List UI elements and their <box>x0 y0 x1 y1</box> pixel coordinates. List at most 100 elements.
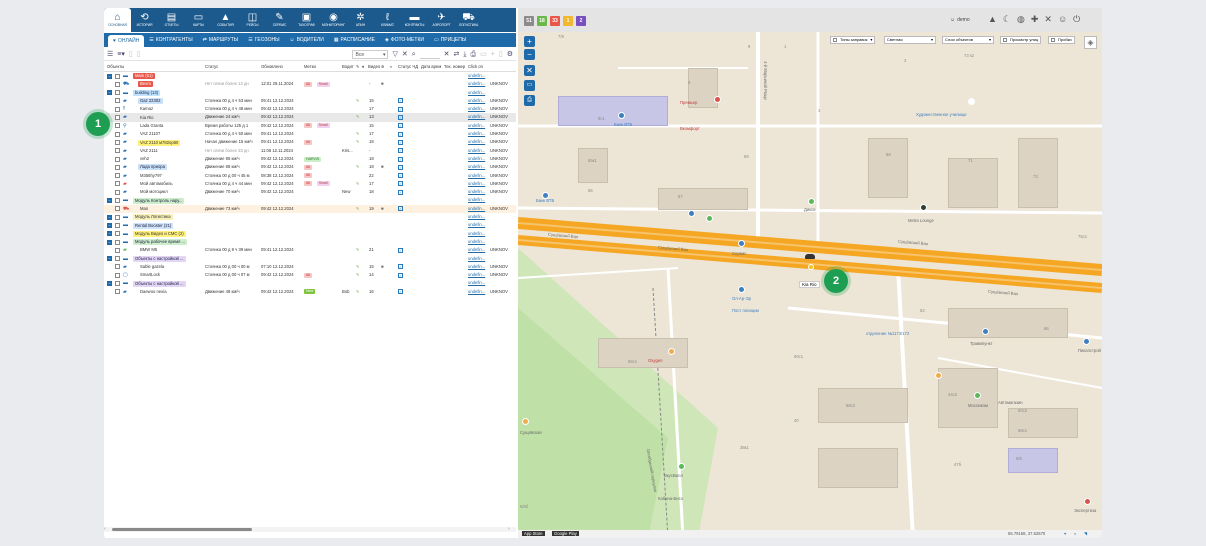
video-icon[interactable]: ■ <box>381 205 384 213</box>
object-name[interactable]: Kamaz <box>138 106 155 112</box>
stat-other[interactable]: 2 <box>576 16 586 26</box>
add-icon[interactable]: + <box>491 50 495 60</box>
sort-icon[interactable]: ⇄ <box>454 50 460 60</box>
expand-toggle[interactable]: − <box>107 239 112 245</box>
nav-item-logistics[interactable]: ⛟ ЛОГИСТИКА <box>455 8 482 32</box>
col-click[interactable]: Click on <box>468 64 483 69</box>
row-link[interactable]: undefin... <box>468 279 485 287</box>
row-checkbox[interactable] <box>115 148 120 154</box>
row-link[interactable]: undefin... <box>468 180 485 188</box>
row-link[interactable]: undefin... <box>468 80 485 88</box>
poi-pin-icon[interactable] <box>542 192 549 199</box>
tab-routes[interactable]: ⇄ МАРШРУТЫ <box>198 35 244 46</box>
zoom-icon[interactable]: ⌕ <box>1074 531 1076 536</box>
row-link[interactable]: undefin... <box>468 113 485 121</box>
stat-total[interactable]: 51 <box>524 16 534 26</box>
row-checkbox[interactable] <box>115 206 120 212</box>
object-name[interactable]: VAZ 2111 <box>138 148 160 154</box>
table-row[interactable]: ⛟ Bevro Нет связи более 13 дн 12:01 29.11.2… <box>104 80 516 88</box>
row-link[interactable]: undefin... <box>468 288 485 296</box>
video-icon[interactable]: ■ <box>381 80 384 88</box>
wrench-icon[interactable]: ✎ <box>356 97 360 105</box>
row-checkbox[interactable] <box>115 281 120 287</box>
table-row[interactable]: ⛟ Man Движение 73 км/ч 09:42 12.12.2024 ✎ 19 ■… <box>104 204 516 214</box>
group-row[interactable]: − ▬ Модуль рабочее время ... undefin... <box>104 238 516 246</box>
layers-icon[interactable]: ◈ <box>1084 36 1097 49</box>
row-checkbox[interactable] <box>115 123 120 129</box>
map-style-select[interactable]: Светлая ▾ <box>884 36 936 44</box>
table-row[interactable]: ▰ Daewoo nexia Движение 48 км/ч 09:42 12.12… <box>104 288 516 296</box>
trash-icon[interactable]: ▯ <box>499 50 503 60</box>
row-checkbox[interactable] <box>115 247 120 253</box>
object-name[interactable]: BMW M5 <box>138 247 159 253</box>
object-name[interactable]: SmartLock <box>138 272 162 278</box>
poi-pin-icon[interactable] <box>1084 498 1091 505</box>
vehicle-label[interactable]: Kia Rio <box>799 281 820 288</box>
map-panel[interactable]: 51 18 33 1 2 ☺ demo ▲ ☾ ◍ ✚ ✕ ☺ ⏻ + − ✕ ▭… <box>518 8 1102 538</box>
nav-item-service[interactable]: ✎ СЕРВИС <box>266 8 293 32</box>
expand-toggle[interactable]: − <box>107 214 112 220</box>
poi-pin-icon[interactable] <box>968 98 975 105</box>
col-status[interactable]: Статус <box>205 64 218 69</box>
row-checkbox[interactable] <box>115 164 120 170</box>
wrench-icon[interactable]: ✎ <box>356 246 360 254</box>
table-row[interactable]: ▰ VAZ 2110 м782ор60 Начал движение 15 км/ч… <box>104 138 516 146</box>
object-name[interactable]: Sable gazela <box>138 264 166 270</box>
table-row[interactable]: ▰ BMW M5 Стоянка 00 д 9 ч 39 мин 09:41 12.1… <box>104 246 516 254</box>
filter-icon[interactable]: ▽ <box>392 50 397 60</box>
globe-icon[interactable]: ◍ <box>1017 14 1025 25</box>
stat-moving[interactable]: 18 <box>537 16 547 26</box>
col-date[interactable]: Дата врем <box>421 64 441 69</box>
poi-pin-icon[interactable] <box>920 204 927 211</box>
row-checkbox[interactable] <box>115 189 120 195</box>
street-view-checkbox[interactable] <box>1003 38 1007 42</box>
user-menu[interactable]: ☺ demo <box>950 17 970 23</box>
stat-offline[interactable]: 33 <box>550 16 560 26</box>
row-link[interactable]: undefin... <box>468 246 485 254</box>
row-checkbox[interactable] <box>115 181 120 187</box>
moon-icon[interactable]: ☾ <box>1003 14 1011 25</box>
row-link[interactable]: undefin... <box>468 97 485 105</box>
poi-pin-icon[interactable] <box>738 240 745 247</box>
wrench-icon[interactable]: ✎ <box>356 288 360 296</box>
row-checkbox[interactable] <box>115 222 120 228</box>
nav-item-fan[interactable]: ✲ АПИН <box>347 8 374 32</box>
wrench-icon[interactable]: ✎ <box>356 138 360 146</box>
object-name[interactable]: Kia Rio <box>138 115 156 121</box>
object-name[interactable]: Man <box>138 206 150 212</box>
row-checkbox[interactable] <box>115 214 120 220</box>
row-link[interactable]: undefin... <box>468 188 485 196</box>
search-input[interactable] <box>419 50 440 59</box>
nav-item-tachograph[interactable]: ▣ ТАХОГРАФ <box>293 8 320 32</box>
wrench-icon[interactable]: ✎ <box>356 263 360 271</box>
row-checkbox[interactable] <box>115 115 120 121</box>
row-link[interactable]: undefin... <box>468 230 485 238</box>
object-name[interactable]: Gaz 22302 <box>138 98 163 105</box>
col-tags[interactable]: Метки <box>304 64 316 69</box>
street-view-toggle[interactable]: Просмотр улиц <box>1000 36 1042 44</box>
poi-pin-icon[interactable] <box>678 463 685 470</box>
group-row[interactable]: − ▬ Main (51) undefin... <box>104 72 516 80</box>
tab-trailers[interactable]: ▭ ПРИЦЕПЫ <box>429 35 471 46</box>
zoom-out-button[interactable]: − <box>524 49 535 60</box>
clear-filter-icon[interactable]: ✕ <box>402 50 408 60</box>
row-checkbox[interactable] <box>115 156 120 162</box>
table-row[interactable]: ▢ SmartLock Стоянка 00 д 00 ч 07 м 09:42 12… <box>104 271 516 279</box>
object-name[interactable]: VAZ 21107 <box>138 131 162 137</box>
col-objects[interactable]: Объекты <box>107 64 124 69</box>
wrench-icon[interactable]: ✎ <box>356 130 360 138</box>
row-link[interactable]: undefin... <box>468 255 485 263</box>
row-checkbox[interactable] <box>115 289 120 295</box>
row-checkbox[interactable] <box>115 90 120 96</box>
row-link[interactable]: undefin... <box>468 147 485 155</box>
table-row[interactable]: ▰ VAZ 21107 Стоянка 00 д 4 ч 50 мин 09:41 1… <box>104 130 516 138</box>
tab-geozones[interactable]: ☰ ГЕОЗОНЫ <box>243 35 284 46</box>
zoom-in-button[interactable]: + <box>524 36 535 47</box>
nav-item-history[interactable]: ⟲ ИСТОРИЯ <box>131 8 158 32</box>
object-name[interactable]: Bevro <box>138 81 153 88</box>
col-tech[interactable]: Тех. номер <box>444 64 465 69</box>
settings-icon[interactable]: ⚙ <box>507 50 513 60</box>
row-checkbox[interactable] <box>115 81 120 87</box>
wrench-icon[interactable]: ✎ <box>356 271 360 279</box>
nav-item-climate[interactable]: ℓ КЛИМАТ <box>374 8 401 32</box>
